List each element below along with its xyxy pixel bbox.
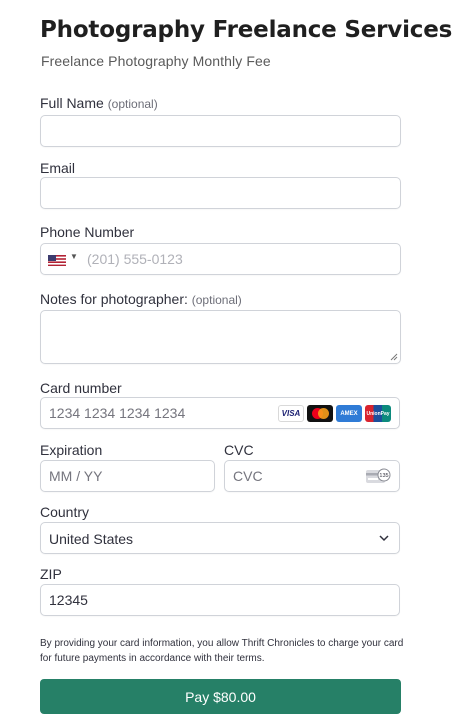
country-select[interactable]: United States bbox=[40, 522, 400, 554]
full-name-field[interactable] bbox=[40, 115, 401, 147]
phone-field[interactable]: ▼ bbox=[40, 243, 401, 275]
cvc-icon-text: 135 bbox=[379, 473, 388, 479]
us-flag-icon[interactable] bbox=[48, 255, 66, 266]
full-name-optional: (optional) bbox=[107, 97, 158, 111]
full-name-label: Full Name (optional) bbox=[40, 95, 158, 111]
email-field[interactable] bbox=[40, 177, 401, 209]
card-number-label: Card number bbox=[40, 380, 122, 396]
email-label: Email bbox=[40, 160, 76, 176]
visa-icon: VISA bbox=[278, 405, 304, 422]
mastercard-icon bbox=[307, 405, 333, 422]
notes-label: Notes for photographer: (optional) bbox=[40, 291, 242, 307]
expiration-input[interactable] bbox=[41, 461, 214, 491]
amex-icon: AMEX bbox=[336, 405, 362, 422]
cvc-field[interactable]: 135 bbox=[224, 460, 400, 492]
terms-text: By providing your card information, you … bbox=[40, 638, 404, 664]
full-name-label-text: Full Name bbox=[40, 95, 104, 111]
country-label: Country bbox=[40, 504, 90, 520]
zip-label: ZIP bbox=[40, 566, 62, 582]
cvc-card-icon: 135 bbox=[366, 468, 391, 483]
card-number-field[interactable]: VISA AMEX UnionPay bbox=[40, 397, 400, 429]
zip-input[interactable] bbox=[41, 585, 399, 615]
expiration-label: Expiration bbox=[40, 442, 103, 458]
phone-label: Phone Number bbox=[40, 224, 135, 240]
resize-handle-icon[interactable] bbox=[390, 353, 398, 361]
chevron-down-icon[interactable] bbox=[378, 532, 390, 544]
country-code-caret-icon[interactable]: ▼ bbox=[70, 252, 78, 261]
notes-textarea[interactable] bbox=[41, 311, 400, 363]
full-name-input[interactable] bbox=[41, 116, 400, 146]
cvc-label: CVC bbox=[224, 442, 254, 458]
notes-field[interactable] bbox=[40, 310, 401, 364]
phone-input[interactable] bbox=[41, 244, 400, 274]
zip-field[interactable] bbox=[40, 584, 400, 616]
card-brand-logos: VISA AMEX UnionPay bbox=[278, 405, 391, 422]
page-subtitle: Freelance Photography Monthly Fee bbox=[41, 53, 271, 69]
notes-label-text: Notes for photographer: bbox=[40, 291, 188, 307]
page-title: Photography Freelance Services bbox=[40, 17, 453, 43]
expiration-field[interactable] bbox=[40, 460, 215, 492]
pay-button[interactable]: Pay $80.00 bbox=[40, 679, 401, 714]
country-selected-value[interactable]: United States bbox=[49, 531, 133, 547]
notes-optional: (optional) bbox=[191, 293, 242, 307]
unionpay-icon: UnionPay bbox=[365, 405, 391, 422]
email-input[interactable] bbox=[41, 178, 400, 208]
